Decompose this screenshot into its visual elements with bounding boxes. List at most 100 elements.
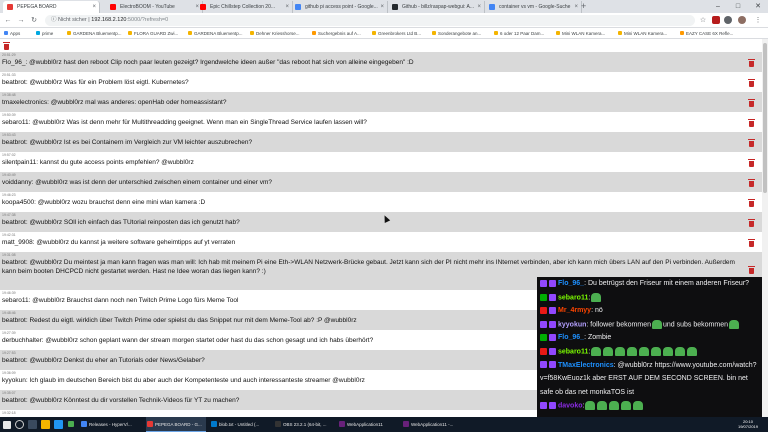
message-timestamp: 19:50:39 (2, 113, 16, 117)
message-timestamp: 19:40:49 (2, 173, 16, 177)
bookmark-item[interactable]: Greenbrokers Ltd B... (372, 28, 421, 39)
message-timestamp: 19:27:53 (2, 351, 16, 355)
chat-username[interactable]: sebaro11 (558, 348, 588, 355)
bookmark-label: FLORA GUARD Zwi... (134, 31, 179, 36)
address-bar[interactable]: ⓘ Nicht sicher | 192.168.2.120:5000/?ref… (45, 15, 695, 26)
chat-username[interactable]: kyyokun (558, 321, 586, 328)
task-view-icon[interactable] (28, 420, 37, 429)
bookmark-item[interactable]: Mini WLAN Kamera... (618, 28, 667, 39)
search-icon[interactable] (15, 420, 24, 429)
message-row: 19:40:49 voiddanny: @wubbl0rz was ist den… (0, 172, 762, 192)
bookmark-item[interactable]: Mini WLAN Kamera... (556, 28, 605, 39)
twitch-chat-line: davoko: (540, 401, 760, 411)
bookmark-star-icon[interactable]: ☆ (698, 15, 708, 26)
tab-close-icon[interactable]: × (477, 1, 481, 13)
tab-close-icon[interactable]: × (380, 1, 384, 13)
file-explorer-icon[interactable] (41, 420, 50, 429)
message-text: beatbrot: Redest du eigtl. wirklich über… (2, 317, 357, 324)
system-clock[interactable]: 20:10 19/07/2019 (738, 419, 758, 429)
message-timestamp: 19:36:09 (2, 371, 16, 375)
chat-username[interactable]: Flo_96_ (558, 334, 584, 341)
delete-message-trash-icon[interactable] (748, 239, 755, 247)
start-windows-icon[interactable] (3, 421, 11, 429)
bookmark-item[interactable]: FLORA GUARD Zwi... (128, 28, 178, 39)
chat-badge-icon (540, 361, 547, 369)
new-tab-button[interactable]: + (581, 1, 586, 12)
chat-badge-icon (540, 306, 547, 314)
window-maximize-button[interactable]: □ (728, 0, 748, 13)
message-timestamp: 19:53:43 (2, 133, 16, 137)
bookmark-label: Mini WLAN Kamera... (624, 31, 668, 36)
bookmark-item[interactable]: Sonderangebote an... (432, 28, 481, 39)
extension-icon[interactable] (724, 16, 732, 24)
bookmark-label: Mini WLAN Kamera... (562, 31, 606, 36)
taskbar-app-button[interactable]: WebApplication11 -... (402, 417, 462, 432)
delete-message-trash-icon[interactable] (748, 199, 755, 207)
delete-all-trash-icon[interactable] (3, 42, 10, 50)
page-scrollbar[interactable] (762, 39, 768, 417)
delete-message-trash-icon[interactable] (748, 159, 755, 167)
bookmark-item[interactable]: prime (36, 28, 53, 39)
bookmark-item[interactable]: 6 oder 12 Paar Dam... (494, 28, 544, 39)
browser-tab[interactable]: container vs vm - Google-Suche × (485, 1, 582, 13)
bookmark-item[interactable]: GARDENA Bluementp... (67, 28, 122, 39)
delete-message-trash-icon[interactable] (748, 266, 755, 274)
delete-message-trash-icon[interactable] (748, 219, 755, 227)
bookmark-item[interactable]: Dehner Kriesshorse... (250, 28, 300, 39)
taskbar-app-button[interactable]: blob.txt - Untitled (... (210, 417, 270, 432)
info-icon[interactable]: ⓘ (51, 17, 58, 23)
taskbar-app-label: WebApplication11 (347, 422, 383, 427)
bookmark-item[interactable]: GARDENA Bluementp... (188, 28, 243, 39)
chat-badge-icon (549, 361, 556, 369)
chat-username[interactable]: sebaro11 (558, 294, 588, 301)
message-timestamp: 19:31:08 (2, 253, 16, 257)
extension-shield-icon[interactable] (712, 16, 720, 24)
address-row: ← → ↻ ⓘ Nicht sicher | 192.168.2.120:500… (0, 13, 768, 28)
twitch-chat-line: kyyokun: follower bekommen und subs bekom… (540, 319, 760, 330)
window-close-button[interactable]: ✕ (748, 0, 768, 13)
browser-tab[interactable]: github pi access point - Google... × (291, 1, 388, 13)
tab-favicon-icon (200, 4, 206, 10)
delete-message-trash-icon[interactable] (748, 99, 755, 107)
delete-message-trash-icon[interactable] (748, 79, 755, 87)
tab-close-icon[interactable]: × (92, 1, 96, 13)
message-row: 20:51:33 beatbrot: @wubbl0rz Was für ein … (0, 72, 762, 92)
bookmark-item[interactable]: Apps (4, 28, 20, 39)
twitch-chat-line: safe ob das net monkaTOS ist (540, 388, 760, 398)
taskbar-app-button[interactable]: WebApplication11 (338, 417, 398, 432)
taskbar-app-button[interactable]: Releases - HyperV/... (80, 417, 142, 432)
edge-icon[interactable] (54, 420, 63, 429)
chat-username[interactable]: Mr_4rmyy (558, 307, 591, 314)
bookmark-favicon-icon (432, 31, 436, 35)
bookmark-favicon-icon (372, 31, 376, 35)
tab-close-icon[interactable]: × (574, 1, 578, 13)
delete-message-trash-icon[interactable] (748, 179, 755, 187)
chat-emote-icon (728, 319, 739, 329)
chat-text: : Zombie (584, 334, 612, 342)
taskbar-app-button[interactable] (67, 417, 78, 432)
reload-button[interactable]: ↻ (29, 15, 39, 26)
back-button[interactable]: ← (3, 15, 13, 26)
delete-message-trash-icon[interactable] (748, 119, 755, 127)
taskbar-app-button[interactable]: PEPEGA BOARD - G... (146, 417, 206, 432)
browser-tab[interactable]: Github - billz/raspap-webgui: A... × (388, 1, 485, 13)
browser-tab[interactable]: ElectroBOOM - YouTube × (106, 1, 203, 13)
menu-icon[interactable]: ⋮ (753, 15, 763, 26)
chat-username[interactable]: Flo_96_ (558, 280, 584, 287)
bookmark-label: EAZY CASE 6X Refle... (686, 31, 734, 36)
scrollbar-thumb[interactable] (763, 43, 767, 193)
chat-username[interactable]: davoko (558, 403, 583, 410)
delete-message-trash-icon[interactable] (748, 139, 755, 147)
browser-tab[interactable]: Epic ChilIstep Collection 20... × (196, 1, 293, 13)
window-minimize-button[interactable]: – (708, 0, 728, 13)
delete-message-trash-icon[interactable] (748, 59, 755, 67)
chat-username[interactable]: TMaxElectronics (558, 362, 614, 369)
taskbar-app-button[interactable]: OBS 23.2.1 (64-bit, ... (274, 417, 334, 432)
browser-tab[interactable]: PEPEGA BOARD × (3, 1, 100, 13)
forward-button[interactable]: → (16, 15, 26, 26)
message-text: matt_9908: @wubbl0rz du kannst ja weiter… (2, 239, 236, 246)
tab-close-icon[interactable]: × (285, 1, 289, 13)
profile-avatar[interactable] (738, 16, 746, 24)
bookmark-item[interactable]: EAZY CASE 6X Refle... (680, 28, 733, 39)
bookmark-item[interactable]: Suchergebnis auf A... (312, 28, 361, 39)
